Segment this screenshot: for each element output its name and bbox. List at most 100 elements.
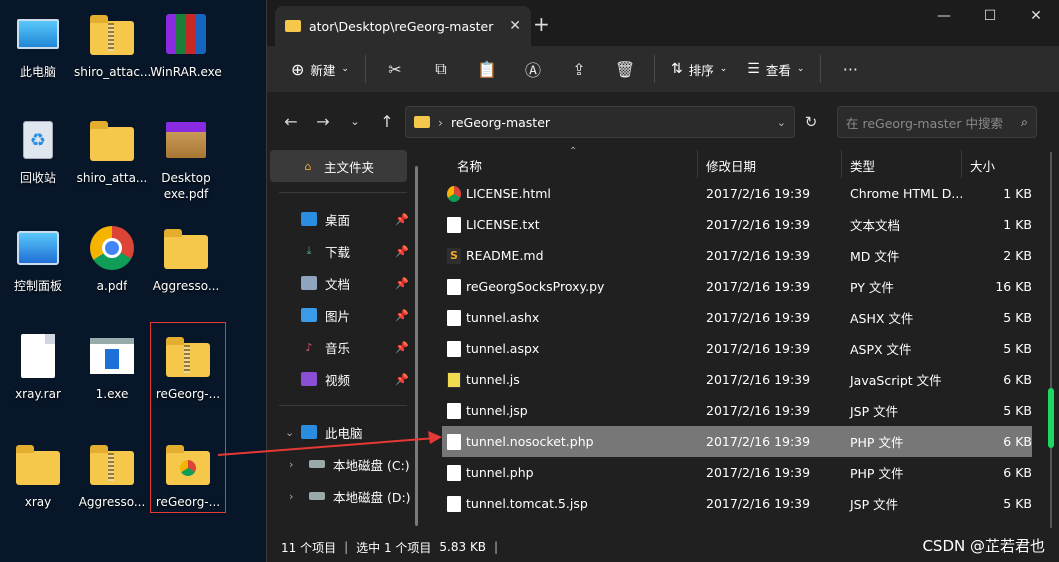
music-icon: ♪ <box>305 340 313 354</box>
refresh-icon[interactable]: ↻ <box>795 106 827 138</box>
column-divider[interactable] <box>697 150 698 178</box>
table-row[interactable]: tunnel.php 2017/2/16 19:39 PHP 文件 6 KB <box>427 457 1047 488</box>
table-row[interactable]: reGeorgSocksProxy.py 2017/2/16 19:39 PY 文件… <box>427 271 1047 302</box>
desktop-icon-shiro-folder[interactable]: shiro_atta... <box>74 110 150 206</box>
copy-icon[interactable]: ⧉ <box>418 53 464 85</box>
sidebar-item-drive-d[interactable]: › 本地磁盘 (D:) <box>267 480 419 512</box>
sidebar-item-desktop[interactable]: 桌面 📌 <box>267 203 419 235</box>
desktop-icon-a-pdf[interactable]: a.pdf <box>74 218 150 314</box>
search-placeholder: 在 reGeorg-master 中搜索 <box>846 115 1003 131</box>
desktop-icon-label: WinRAR.exe <box>150 65 222 79</box>
home-icon: ⌂ <box>304 159 312 173</box>
search-input[interactable]: 在 reGeorg-master 中搜索 ⌕ <box>837 106 1037 138</box>
sort-button[interactable]: ⇅ 排序 ⌄ <box>661 53 737 85</box>
rename-icon[interactable]: Ⓐ <box>510 53 556 85</box>
desktop-icon-aggresso-zip[interactable]: Aggresso... <box>74 434 150 530</box>
maximize-button[interactable]: ☐ <box>967 0 1013 32</box>
new-button[interactable]: ⊕ 新建 ⌄ <box>281 53 359 85</box>
pin-icon[interactable]: 📌 <box>395 341 409 354</box>
table-row[interactable]: tunnel.jsp 2017/2/16 19:39 JSP 文件 5 KB <box>427 395 1047 426</box>
column-header-date[interactable]: 修改日期 <box>706 156 756 175</box>
sidebar-item-downloads[interactable]: ⤓ 下载 📌 <box>267 235 419 267</box>
markdown-file-icon: S <box>447 247 461 264</box>
table-row[interactable]: S README.md 2017/2/16 19:39 MD 文件 2 KB <box>427 240 1047 271</box>
expand-chevron-icon[interactable]: › <box>289 458 293 471</box>
documents-icon <box>301 276 317 290</box>
new-tab-button[interactable]: + <box>533 12 550 36</box>
desktop-icon-desktop-exe-pdf[interactable]: Desktop exe.pdf <box>148 110 224 206</box>
folder-icon <box>88 116 136 164</box>
close-tab-icon[interactable]: ✕ <box>509 18 521 34</box>
column-divider[interactable] <box>841 150 842 178</box>
desktop-icon-label: shiro_atta... <box>76 171 148 185</box>
drive-icon <box>309 460 325 468</box>
sidebar-item-videos[interactable]: 视频 📌 <box>267 363 419 395</box>
breadcrumb-current[interactable]: reGeorg-master <box>451 115 550 130</box>
pin-icon[interactable]: 📌 <box>395 373 409 386</box>
delete-icon[interactable]: 🗑 <box>602 53 648 85</box>
file-type: Chrome HTML D... <box>850 186 964 201</box>
desktop-icon-label: 1.exe <box>95 387 129 401</box>
sidebar-item-documents[interactable]: 文档 📌 <box>267 267 419 299</box>
tab-regeorg-master[interactable]: ator\Desktop\reGeorg-master ✕ <box>275 6 531 46</box>
expand-chevron-icon[interactable]: ⌄ <box>285 426 294 439</box>
desktop-icon-this-pc[interactable]: 此电脑 <box>0 4 76 100</box>
expand-chevron-icon[interactable]: › <box>289 490 293 503</box>
table-row[interactable]: tunnel.ashx 2017/2/16 19:39 ASHX 文件 5 KB <box>427 302 1047 333</box>
file-type: JSP 文件 <box>850 497 899 512</box>
address-dropdown-icon[interactable]: ⌄ <box>777 116 786 129</box>
desktop-icon-xray-rar[interactable]: xray.rar <box>0 326 76 422</box>
desktop-icon-shiro-zip[interactable]: shiro_attac... <box>74 4 150 100</box>
table-row[interactable]: tunnel.js 2017/2/16 19:39 JavaScript 文件 6 K… <box>427 364 1047 395</box>
column-divider[interactable] <box>961 150 962 178</box>
file-type: PY 文件 <box>850 280 894 295</box>
cut-icon[interactable]: ✂ <box>372 53 418 85</box>
column-header-name[interactable]: 名称 <box>457 156 482 175</box>
pin-icon[interactable]: 📌 <box>395 245 409 258</box>
desktop-icon-xray-folder[interactable]: xray <box>0 434 76 530</box>
desktop-icon-label: Aggresso... <box>78 495 146 509</box>
desktop-icon <box>301 212 317 226</box>
back-arrow-icon[interactable]: ← <box>275 112 307 131</box>
desktop-icon-label: xray <box>24 495 52 509</box>
sidebar-item-drive-c[interactable]: › 本地磁盘 (C:) <box>267 448 419 480</box>
paste-icon[interactable]: 📋 <box>464 53 510 85</box>
sidebar-item-home[interactable]: ⌂ 主文件夹 <box>270 150 407 182</box>
table-row[interactable]: tunnel.nosocket.php 2017/2/16 19:39 PHP 文件… <box>442 426 1032 457</box>
desktop-icon-recycle-bin[interactable]: ♻ 回收站 <box>0 110 76 206</box>
pin-icon[interactable]: 📌 <box>395 277 409 290</box>
file-size: 5 KB <box>1003 341 1032 356</box>
sidebar-item-music[interactable]: ♪ 音乐 📌 <box>267 331 419 363</box>
monitor-icon <box>14 10 62 58</box>
recent-chevron-icon[interactable]: ⌄ <box>339 115 371 128</box>
close-window-button[interactable]: ✕ <box>1013 0 1059 32</box>
desktop-icon-1-exe[interactable]: 1.exe <box>74 326 150 422</box>
list-scrollbar-thumb[interactable] <box>1048 388 1054 448</box>
pin-icon[interactable]: 📌 <box>395 213 409 226</box>
file-size: 1 KB <box>1003 217 1032 232</box>
pin-icon[interactable]: 📌 <box>395 309 409 322</box>
desktop-icon-winrar[interactable]: WinRAR.exe <box>148 4 224 100</box>
more-options-icon[interactable]: ··· <box>827 53 873 85</box>
up-arrow-icon[interactable]: ↑ <box>371 112 403 131</box>
forward-arrow-icon[interactable]: → <box>307 112 339 131</box>
sidebar-scrollbar[interactable] <box>415 166 418 526</box>
sidebar-item-pictures[interactable]: 图片 📌 <box>267 299 419 331</box>
minimize-button[interactable]: — <box>921 0 967 32</box>
sidebar-item-this-pc[interactable]: ⌄ 此电脑 <box>267 416 419 448</box>
desktop-icon-control-panel[interactable]: 控制面板 <box>0 218 76 314</box>
drive-icon <box>309 492 325 500</box>
file-name: tunnel.ashx <box>466 310 540 325</box>
desktop-icon-aggresso-folder[interactable]: Aggresso... <box>148 218 224 314</box>
separator <box>279 405 407 406</box>
column-header-type[interactable]: 类型 <box>850 156 875 175</box>
table-row[interactable]: LICENSE.html 2017/2/16 19:39 Chrome HTML D… <box>427 178 1047 209</box>
table-row[interactable]: LICENSE.txt 2017/2/16 19:39 文本文档 1 KB <box>427 209 1047 240</box>
table-row[interactable]: tunnel.tomcat.5.jsp 2017/2/16 19:39 JSP 文件… <box>427 488 1047 519</box>
view-button[interactable]: ☰ 查看 ⌄ <box>737 53 814 85</box>
file-size: 5 KB <box>1003 496 1032 511</box>
share-icon[interactable]: ⇪ <box>556 53 602 85</box>
address-bar[interactable]: › reGeorg-master ⌄ <box>405 106 795 138</box>
table-row[interactable]: tunnel.aspx 2017/2/16 19:39 ASPX 文件 5 KB <box>427 333 1047 364</box>
column-header-size[interactable]: 大小 <box>970 156 995 175</box>
